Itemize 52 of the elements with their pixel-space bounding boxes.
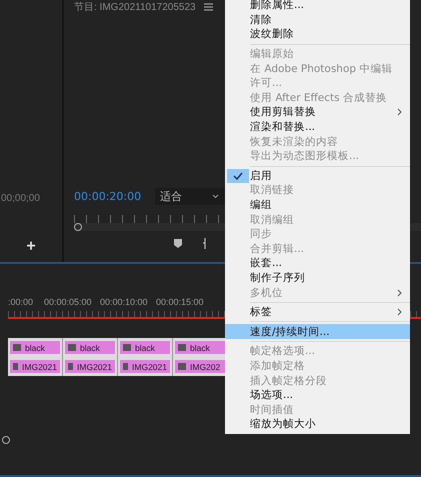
clip-name: IMG2021 (77, 362, 112, 372)
zoom-dropdown[interactable]: 适合 (155, 188, 226, 205)
menu-icon[interactable] (204, 3, 213, 11)
clip-name: black (80, 342, 100, 352)
menu-item[interactable]: 编组 (225, 198, 410, 212)
fx-icon (68, 344, 76, 351)
clip-name: IMG202 (190, 362, 220, 372)
menu-item[interactable]: 标签 (225, 304, 410, 320)
clip[interactable]: black (118, 338, 173, 357)
marker-icon[interactable] (174, 239, 182, 248)
fx-icon (68, 363, 74, 370)
scroll-handle[interactable] (2, 436, 10, 444)
fx-icon (13, 344, 21, 351)
panel-title: 节目: IMG20211017205523 (74, 0, 196, 14)
clip[interactable]: IMG2021 (118, 357, 173, 376)
ruler-label: 00:00:10:00 (100, 297, 149, 307)
menu-item[interactable]: 清除 (225, 12, 410, 28)
menu-item[interactable]: 速度/持续时间... (225, 324, 410, 340)
menu-item[interactable]: 缩放为帧大小 (225, 417, 410, 432)
menu-item[interactable]: 嵌套... (225, 256, 410, 271)
timecode: 00;00;00 (1, 193, 40, 204)
clip-name: IMG2021 (22, 362, 57, 372)
menu-item[interactable]: 波纹删除 (225, 27, 410, 42)
clip-name: IMG2021 (132, 362, 167, 372)
clip[interactable]: IMG2021 (63, 357, 118, 376)
playhead-timecode: 00:00:20:00 (74, 190, 142, 203)
ruler-label: 00:00:15:00 (156, 297, 205, 307)
ruler-label: 00:00:05:00 (44, 297, 93, 307)
add-button[interactable]: + (26, 238, 36, 256)
clip[interactable]: black (173, 338, 228, 357)
menu-item[interactable]: 启用 (225, 168, 410, 184)
chevron-down-icon (212, 194, 220, 199)
fx-icon (178, 344, 186, 351)
menu-item[interactable]: 使用剪辑替换 (225, 105, 410, 120)
fx-icon (123, 363, 128, 370)
fx-icon (13, 363, 18, 370)
fx-icon (178, 363, 186, 370)
menu-item[interactable]: 场选项... (225, 388, 410, 402)
clip[interactable]: IMG2021 (8, 357, 63, 376)
clip[interactable]: IMG202 (173, 357, 228, 376)
ruler-label: :00:00 (8, 297, 34, 307)
in-point-icon[interactable] (202, 238, 206, 249)
playhead-handle[interactable] (74, 223, 82, 231)
clip[interactable]: black (8, 338, 63, 357)
clip-name: black (190, 342, 210, 352)
clip-name: black (25, 342, 45, 352)
menu-item[interactable]: 渲染和替换... (225, 120, 410, 134)
fx-icon (123, 344, 131, 351)
menu-item[interactable]: 制作子序列 (225, 270, 410, 286)
clip[interactable]: black (63, 338, 118, 357)
clip-name: black (135, 342, 155, 352)
menu-item[interactable]: 删除属性... (225, 0, 410, 13)
